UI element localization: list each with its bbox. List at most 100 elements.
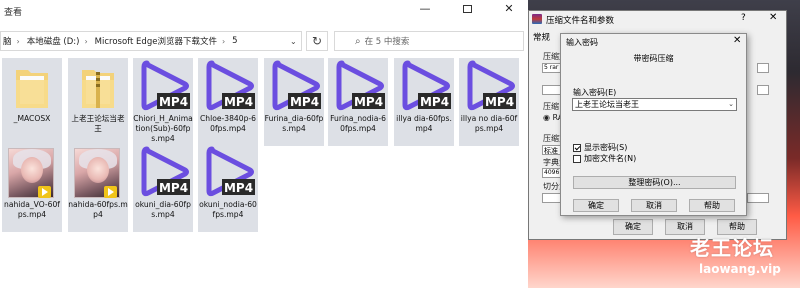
dialog-close-button[interactable]: ✕ (769, 12, 777, 23)
split-unit-select[interactable] (747, 193, 769, 203)
address-row: 脑 › 本地磁盘 (D:) › Microsoft Edge浏览器下载文件 › … (0, 28, 530, 54)
mp4-file-icon: MP4 (135, 146, 191, 198)
organize-passwords-button[interactable]: 整理密码(O)... (573, 176, 736, 189)
checkbox-unchecked-icon (573, 154, 581, 163)
minimize-button[interactable]: — (410, 0, 440, 20)
file-item[interactable]: MP4 Chiori_H_Animation(Sub)-60fps.mp4 (133, 58, 193, 146)
file-item[interactable]: nahida-60fps.mp4 (68, 144, 128, 232)
tab-general[interactable]: 常规 (533, 31, 550, 43)
folder-icon (82, 70, 114, 108)
breadcrumb-this-pc[interactable]: 脑 (3, 35, 12, 47)
winrar-icon (532, 14, 542, 24)
svg-text:MP4: MP4 (159, 181, 188, 195)
breadcrumb-edge-downloads[interactable]: Microsoft Edge浏览器下载文件 (95, 35, 217, 47)
chevron-right-icon: › (16, 36, 20, 46)
play-badge-icon (104, 186, 117, 198)
svg-text:MP4: MP4 (485, 95, 514, 109)
file-name: _MACOSX (13, 114, 51, 123)
file-item[interactable]: _MACOSX (2, 58, 62, 146)
file-name: Furina_nodia-60fps.mp4 (330, 114, 386, 133)
file-name: Chloe-3840p-60fps.mp4 (199, 114, 256, 133)
video-thumbnail (4, 146, 60, 198)
breadcrumb-drive-d[interactable]: 本地磁盘 (D:) (27, 35, 80, 47)
svg-text:MP4: MP4 (224, 95, 253, 109)
help-button[interactable]: ? (741, 13, 746, 23)
password-help-button[interactable]: 帮助 (689, 199, 735, 212)
mp4-file-icon: MP4 (200, 60, 256, 112)
profile-dropdown[interactable] (757, 85, 769, 95)
maximize-button[interactable] (452, 0, 482, 20)
chevron-right-icon: › (84, 36, 88, 46)
file-item[interactable]: 上老王论坛当老王 (68, 58, 128, 146)
chevron-right-icon: › (221, 36, 226, 46)
play-icon: MP4 (206, 60, 255, 111)
mp4-file-icon: MP4 (330, 60, 386, 112)
svg-text:MP4: MP4 (290, 95, 319, 109)
search-icon: ⌕ (355, 35, 361, 47)
password-dialog-close-button[interactable]: ✕ (733, 35, 741, 46)
search-placeholder: 在 5 中搜索 (364, 37, 410, 47)
password-ok-button[interactable]: 确定 (573, 199, 619, 212)
mp4-file-icon: MP4 (461, 60, 517, 112)
maximize-icon (462, 5, 472, 13)
video-thumbnail (70, 146, 126, 198)
archive-format-label: 压缩 (543, 102, 559, 111)
svg-text:MP4: MP4 (224, 181, 253, 195)
play-icon: MP4 (272, 60, 321, 111)
password-input[interactable]: 上老王论坛当老王 ⌄ (572, 98, 737, 111)
folder-icon (16, 70, 48, 108)
checkbox-checked-icon (573, 143, 581, 152)
password-cancel-button[interactable]: 取消 (631, 199, 677, 212)
folder-icon (4, 60, 60, 112)
password-heading: 带密码压缩 (633, 54, 674, 63)
password-label: 输入密码(E) (573, 88, 617, 97)
mp4-file-icon: MP4 (200, 146, 256, 198)
play-badge-icon (38, 186, 51, 198)
file-name: illya no dia-60fps.mp4 (460, 114, 518, 133)
mp4-file-icon: MP4 (266, 60, 322, 112)
breadcrumb-folder-5[interactable]: 5 (232, 36, 237, 46)
folder-icon (70, 60, 126, 112)
file-item[interactable]: MP4 illya no dia-60fps.mp4 (459, 58, 519, 146)
play-icon: MP4 (336, 60, 385, 111)
search-input[interactable]: ⌕ 在 5 中搜索 (334, 31, 524, 51)
chevron-down-icon[interactable]: ⌄ (728, 99, 734, 110)
window-title: 查看 (4, 8, 23, 18)
ok-button[interactable]: 确定 (613, 219, 653, 235)
file-item[interactable]: MP4 illya dia-60fps.mp4 (394, 58, 454, 146)
file-item[interactable]: MP4 Furina_dia-60fps.mp4 (264, 58, 324, 146)
file-name: nahida-60fps.mp4 (68, 200, 128, 219)
address-bar[interactable]: 脑 › 本地磁盘 (D:) › Microsoft Edge浏览器下载文件 › … (0, 31, 302, 51)
svg-text:MP4: MP4 (420, 95, 449, 109)
file-name: okuni_dia-60fps.mp4 (135, 200, 191, 219)
watermark-title: 老王论坛 (690, 236, 774, 260)
password-dialog: 输入密码 ✕ 带密码压缩 输入密码(E) 上老王论坛当老王 ⌄ 显示密码(S) … (560, 33, 747, 216)
file-item[interactable]: MP4 Chloe-3840p-60fps.mp4 (198, 58, 258, 146)
encrypt-filenames-checkbox[interactable]: 加密文件名(N) (573, 153, 636, 164)
file-item[interactable]: MP4 okuni_dia-60fps.mp4 (133, 144, 193, 232)
file-name: 上老王论坛当老王 (71, 114, 125, 133)
file-item[interactable]: MP4 okuni_nodia-60fps.mp4 (198, 144, 258, 232)
file-name: Chiori_H_Animation(Sub)-60fps.mp4 (133, 114, 193, 143)
svg-text:MP4: MP4 (159, 95, 188, 109)
play-icon: MP4 (467, 60, 516, 111)
file-item[interactable]: MP4 Furina_nodia-60fps.mp4 (328, 58, 388, 146)
play-icon: MP4 (402, 60, 451, 111)
watermark-url: laowang.vip (699, 262, 781, 276)
mp4-file-icon: MP4 (396, 60, 452, 112)
dialog-title-bar: 压缩文件名和参数 ? ✕ (529, 11, 786, 29)
archive-name-dropdown[interactable] (757, 63, 769, 73)
file-item[interactable]: nahida_VO-60fps.mp4 (2, 144, 62, 232)
file-explorer-window: 查看 — ✕ 脑 › 本地磁盘 (D:) › Microsoft Edge浏览器… (0, 0, 530, 288)
refresh-icon: ↻ (311, 34, 323, 48)
play-icon: MP4 (141, 60, 190, 111)
file-name: Furina_dia-60fps.mp4 (264, 114, 324, 133)
show-password-label: 显示密码(S) (584, 143, 628, 152)
title-bar: 查看 — ✕ (0, 0, 530, 22)
close-button[interactable]: ✕ (494, 0, 524, 20)
show-password-checkbox[interactable]: 显示密码(S) (573, 142, 627, 153)
refresh-button[interactable]: ↻ (306, 31, 328, 51)
play-icon: MP4 (206, 146, 255, 197)
dialog-title: 压缩文件名和参数 (546, 16, 615, 26)
address-dropdown-icon[interactable]: ⌄ (290, 37, 297, 46)
